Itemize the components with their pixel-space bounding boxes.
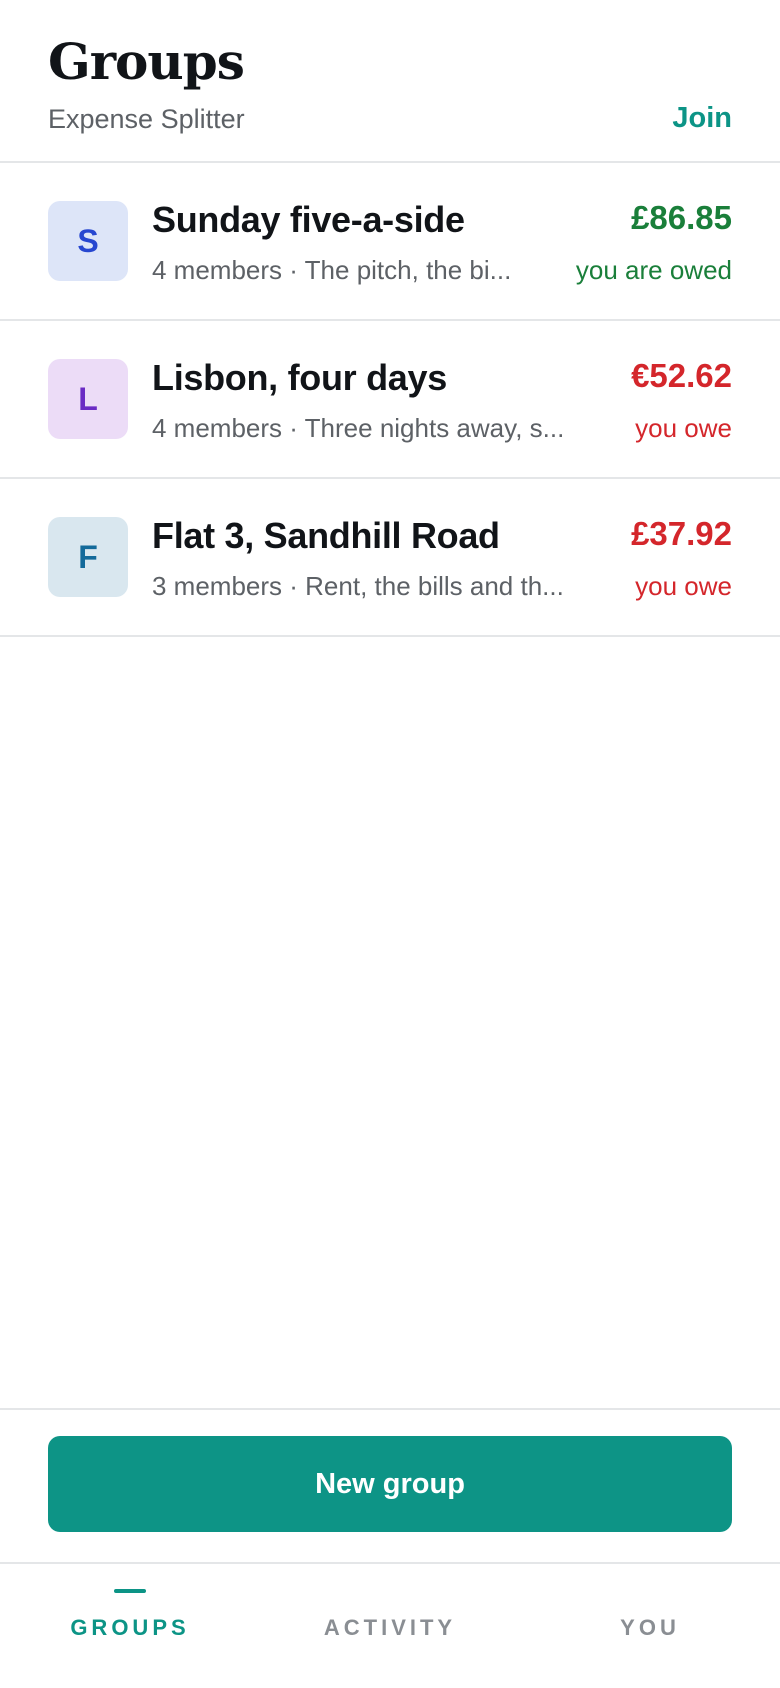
- tab-you[interactable]: YOU: [520, 1564, 780, 1688]
- group-summary: 4 members · Three nights away, s...: [152, 413, 565, 443]
- new-group-button[interactable]: New group: [48, 1436, 732, 1532]
- group-balance-status: you owe: [635, 413, 732, 443]
- page-title: Groups: [48, 32, 245, 91]
- group-avatar: S: [48, 201, 128, 281]
- group-balance-status: you are owed: [575, 255, 732, 285]
- group-summary: 4 members · The pitch, the bi...: [152, 255, 512, 285]
- tab-label: GROUPS: [70, 1615, 190, 1640]
- group-summary: 3 members · Rent, the bills and th...: [152, 571, 564, 601]
- group-balance-amount: £37.92: [631, 515, 732, 552]
- group-row-lisbon-four-days[interactable]: L Lisbon, four days 4 members · Three ni…: [0, 321, 780, 479]
- group-name: Sunday five-a-side: [152, 199, 465, 240]
- tab-groups[interactable]: GROUPS: [0, 1564, 260, 1688]
- group-balance-status: you owe: [635, 571, 732, 601]
- tab-label: YOU: [620, 1615, 680, 1640]
- tab-activity[interactable]: ACTIVITY: [260, 1564, 520, 1688]
- join-button[interactable]: Join: [672, 102, 732, 135]
- tab-bar: GROUPS ACTIVITY YOU: [0, 1564, 780, 1688]
- group-row-flat-3-sandhill-road[interactable]: F Flat 3, Sandhill Road 3 members · Rent…: [0, 479, 780, 637]
- group-row-sunday-five-a-side[interactable]: S Sunday five-a-side 4 members · The pit…: [0, 163, 780, 321]
- group-avatar: F: [48, 517, 128, 597]
- action-bar: New group: [0, 1408, 780, 1564]
- group-list: S Sunday five-a-side 4 members · The pit…: [0, 163, 780, 637]
- active-tab-indicator: [114, 1589, 146, 1593]
- header: Groups Expense Splitter Join: [0, 0, 780, 163]
- group-name: Lisbon, four days: [152, 357, 447, 398]
- app-subtitle: Expense Splitter: [48, 104, 245, 134]
- group-balance-amount: £86.85: [631, 199, 732, 236]
- tab-label: ACTIVITY: [323, 1615, 457, 1640]
- group-name: Flat 3, Sandhill Road: [152, 515, 500, 556]
- group-avatar: L: [48, 359, 128, 439]
- group-balance-amount: €52.62: [631, 357, 732, 394]
